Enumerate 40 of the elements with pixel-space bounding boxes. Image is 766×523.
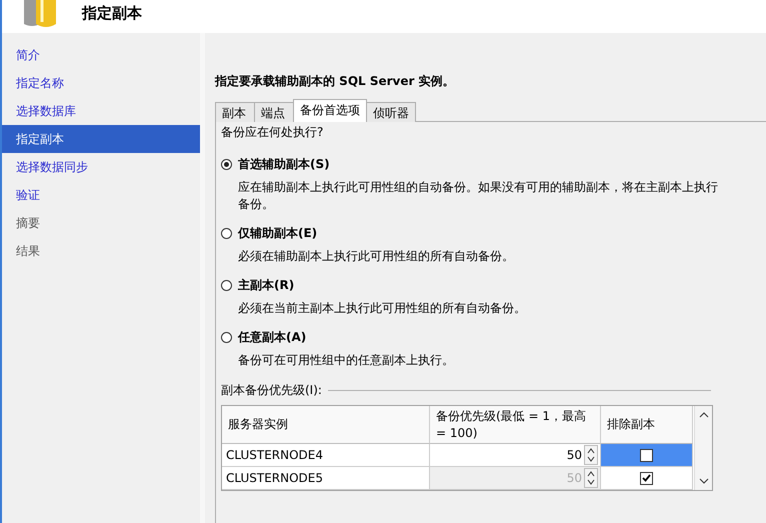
tab[interactable]: 备份首选项 bbox=[293, 99, 367, 122]
sidebar-item[interactable]: 指定副本 bbox=[2, 125, 200, 153]
option-label[interactable]: 首选辅助副本(S) bbox=[238, 156, 330, 172]
question-text: 备份应在何处执行? bbox=[221, 124, 324, 141]
scrollbar[interactable] bbox=[694, 406, 712, 490]
spin-arrows-icon[interactable] bbox=[584, 468, 598, 488]
spin-arrows-icon[interactable] bbox=[584, 445, 598, 465]
radio-button[interactable] bbox=[221, 158, 232, 170]
checkbox[interactable] bbox=[640, 448, 653, 462]
scroll-down-icon[interactable] bbox=[698, 478, 708, 484]
table-cell: CLUSTERNODE5 bbox=[222, 467, 430, 490]
group-label: 副本备份优先级(I): bbox=[221, 382, 322, 399]
sidebar-item[interactable]: 选择数据库 bbox=[2, 97, 200, 125]
sidebar-item[interactable]: 指定名称 bbox=[2, 69, 200, 97]
tab[interactable]: 侦听器 bbox=[366, 102, 416, 122]
check-icon bbox=[642, 474, 651, 482]
radio-button[interactable] bbox=[221, 228, 232, 238]
radio-button[interactable] bbox=[221, 332, 232, 342]
page-title: 指定副本 bbox=[82, 4, 142, 23]
tab[interactable]: 端点 bbox=[254, 102, 294, 122]
sidebar-item[interactable]: 验证 bbox=[2, 181, 200, 209]
option-description: 应在辅助副本上执行此可用性组的自动备份。如果没有可用的辅助副本，将在主副本上执行备份。 bbox=[238, 179, 719, 213]
column-header: 备份优先级(最低 = 1，最高 = 100) bbox=[430, 406, 601, 444]
checkbox[interactable] bbox=[640, 472, 653, 484]
option-label[interactable]: 仅辅助副本(E) bbox=[238, 224, 318, 242]
column-header: 排除副本 bbox=[601, 406, 693, 444]
tab[interactable]: 副本 bbox=[215, 102, 255, 122]
radio-button[interactable] bbox=[221, 280, 232, 290]
option-label[interactable]: 任意副本(A) bbox=[238, 328, 306, 346]
table-cell: CLUSTERNODE4 bbox=[222, 444, 430, 467]
column-header: 服务器实例 bbox=[222, 406, 430, 444]
sidebar-item[interactable]: 选择数据同步 bbox=[2, 153, 200, 181]
scroll-up-icon[interactable] bbox=[698, 412, 708, 418]
option-label[interactable]: 主副本(R) bbox=[238, 276, 294, 294]
instruction-text: 指定要承载辅助副本的 SQL Server 实例。 bbox=[215, 73, 456, 90]
priority-spinner[interactable]: 50 bbox=[430, 444, 601, 467]
option-description: 必须在当前主副本上执行此可用性组的所有自动备份。 bbox=[238, 300, 527, 317]
sidebar-item[interactable]: 简介 bbox=[2, 41, 200, 69]
option-description: 必须在辅助副本上执行此可用性组的所有自动备份。 bbox=[238, 248, 515, 265]
option-description: 备份可在可用性组中的任意副本上执行。 bbox=[238, 352, 455, 369]
